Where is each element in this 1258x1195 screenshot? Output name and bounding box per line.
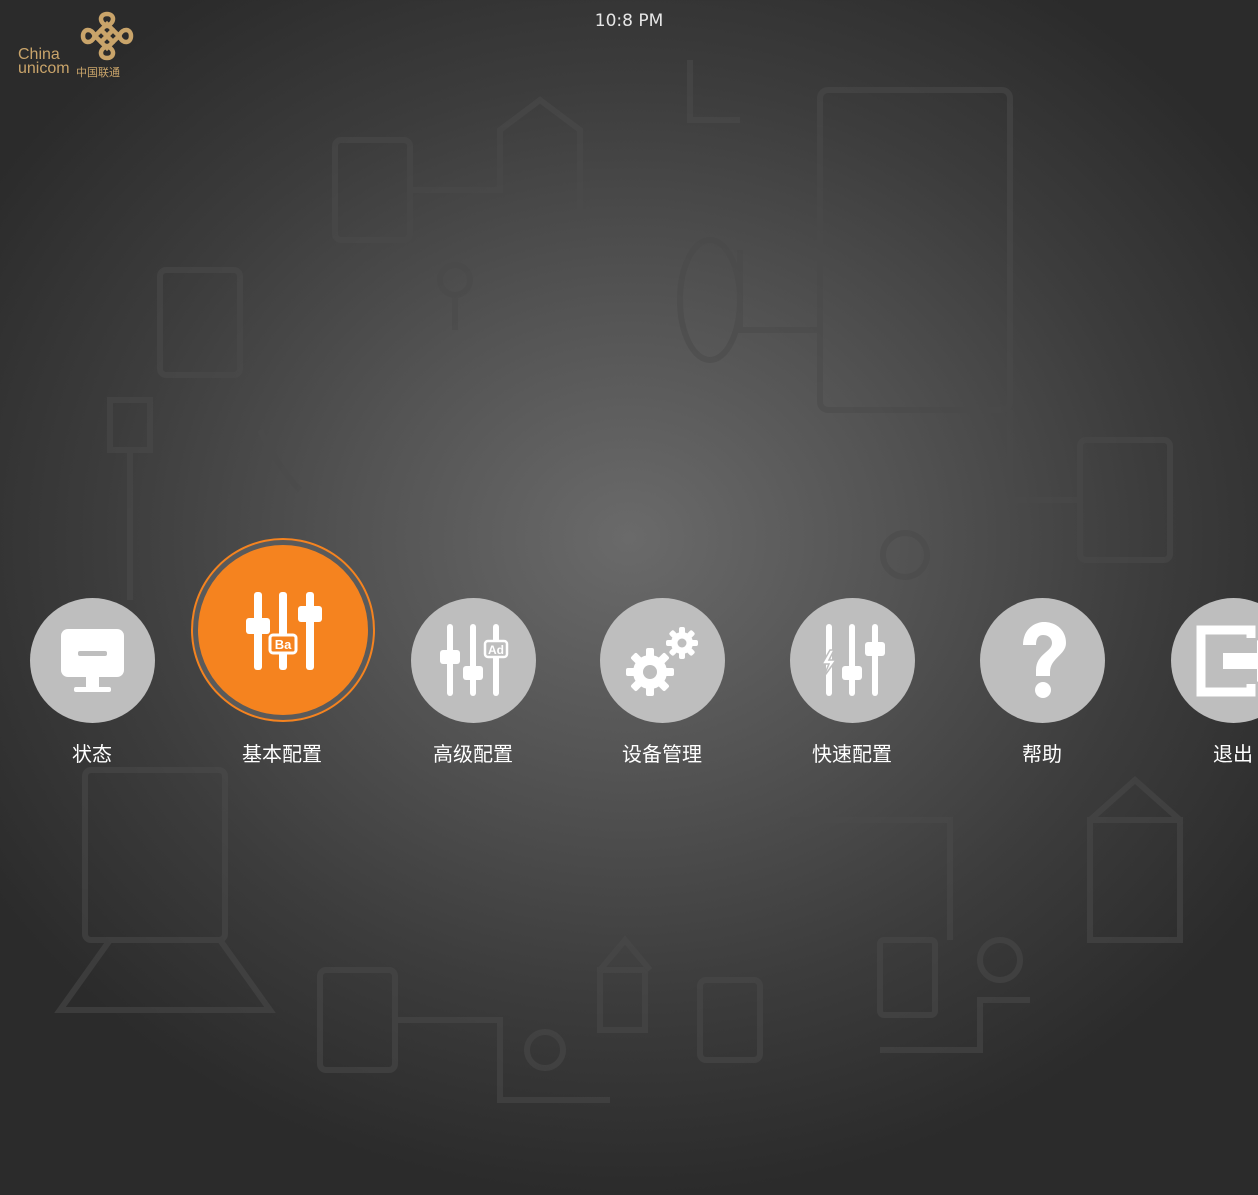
menu-item-quick-config-circle[interactable] <box>790 598 915 723</box>
menu-item-status-circle[interactable] <box>30 598 155 723</box>
menu-item-advanced-config[interactable]: Ad 高级配置 <box>378 540 568 770</box>
advanced-settings-sliders-icon: Ad <box>440 624 509 696</box>
exit-icon <box>1196 625 1258 697</box>
quick-settings-sliders-icon <box>820 624 885 696</box>
menu-item-basic-config-label: 基本配置 <box>242 742 322 766</box>
brand-name-english: China unicom <box>18 47 70 77</box>
question-mark-icon <box>1023 622 1066 698</box>
gears-icon <box>626 627 698 696</box>
menu-item-exit-circle[interactable] <box>1171 598 1258 723</box>
menu-item-device-management[interactable]: 设备管理 <box>567 540 757 770</box>
menu-item-quick-config-label: 快速配置 <box>812 742 892 766</box>
menu-item-help-label: 帮助 <box>1022 742 1062 766</box>
menu-item-device-management-circle[interactable] <box>600 598 725 723</box>
clock: 10:8 PM <box>594 11 664 31</box>
menu-item-exit-label: 退出 <box>1213 742 1253 766</box>
menu-item-advanced-config-circle[interactable]: Ad <box>411 598 536 723</box>
monitor-icon <box>61 629 124 692</box>
menu-item-status[interactable]: 状态 <box>0 540 187 770</box>
menu-item-quick-config[interactable]: 快速配置 <box>757 540 947 770</box>
menu-item-advanced-config-label: 高级配置 <box>433 742 513 766</box>
menu-item-exit[interactable]: 退出 <box>1138 540 1258 770</box>
menu-item-help[interactable]: 帮助 <box>947 540 1137 770</box>
menu-item-help-circle[interactable] <box>980 598 1105 723</box>
menu-item-basic-config-circle[interactable]: Ba <box>198 545 368 715</box>
brand-name-line2: unicom <box>18 60 70 77</box>
menu-item-device-management-label: 设备管理 <box>622 742 702 766</box>
svg-text:Ba: Ba <box>275 637 292 652</box>
menu-item-basic-config[interactable]: Ba 基本配置 <box>187 540 377 770</box>
basic-settings-sliders-icon: Ba <box>246 592 322 670</box>
menu-item-status-label: 状态 <box>72 742 112 766</box>
main-menu: 状态 Ba 基本配置 Ad 高级配置 设备管理 快速配置 帮助 退出 <box>0 540 1258 780</box>
svg-text:Ad: Ad <box>488 643 504 657</box>
brand-name-chinese: 中国联通 <box>76 66 120 79</box>
